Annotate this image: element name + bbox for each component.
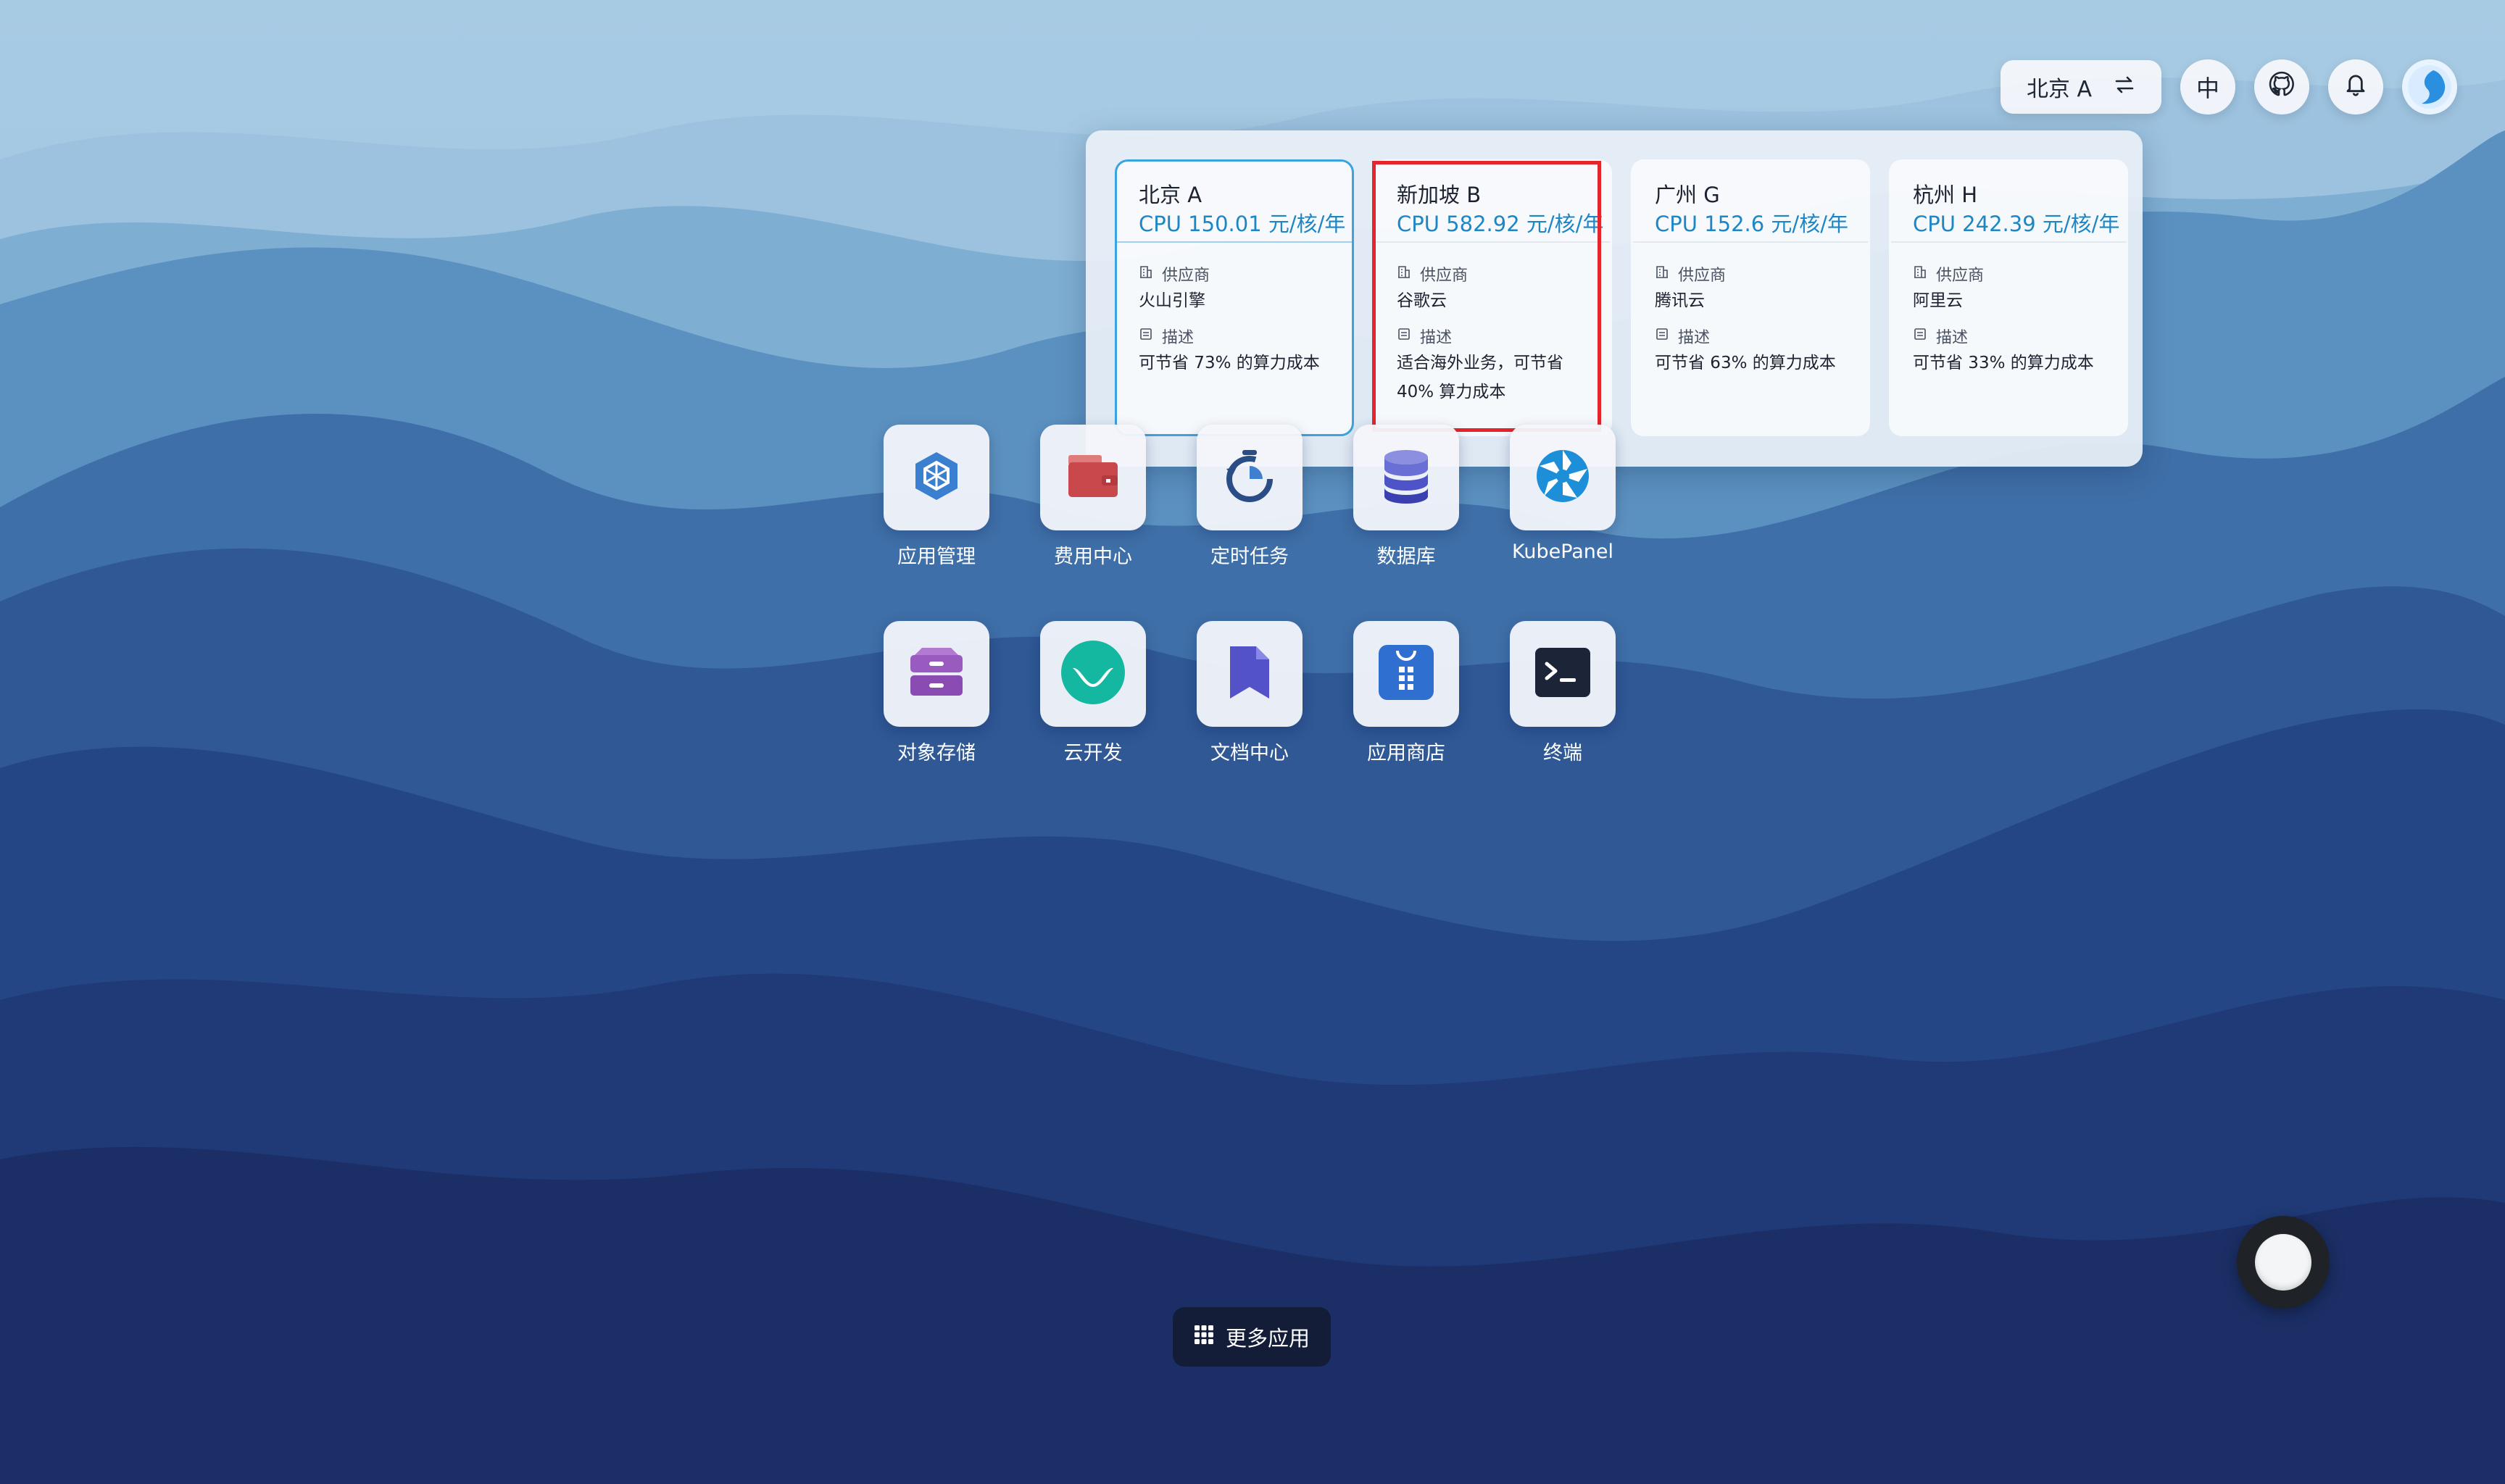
provider-label: 供应商 [1420,267,1468,285]
building-icon [1655,264,1669,283]
building-icon [1139,264,1153,283]
app-scheduled-tasks[interactable]: 定时任务 [1197,425,1303,569]
hexagon-icon [908,448,965,507]
provider-value: 阿里云 [1913,291,1963,310]
notification-button[interactable] [2328,59,2383,114]
region-card-list: 北京 A CPU 150.01 元/核/年 供应商 火山引擎 描述 可节省 73… [1115,159,2128,436]
description-value: 可节省 73% 的算力成本 [1139,354,1320,372]
provider-value: 腾讯云 [1655,291,1705,310]
description-icon [1139,327,1153,346]
region-card[interactable]: 广州 G CPU 152.6 元/核/年 供应商 腾讯云 描述 可节省 63% … [1631,159,1870,436]
description-icon [1655,327,1669,346]
provider-label: 供应商 [1678,267,1727,285]
region-name: 北京 A [1139,183,1202,207]
description-value: 可节省 33% 的算力成本 [1913,354,2094,372]
floating-assistive-button[interactable] [2237,1216,2330,1309]
region-name: 杭州 H [1913,183,1978,207]
app-documentation-center[interactable]: 文档中心 [1197,621,1303,765]
github-icon [2268,70,2296,104]
more-apps-button[interactable]: 更多应用 [1173,1307,1331,1367]
description-label: 描述 [1420,329,1453,347]
app-application-management[interactable]: 应用管理 [884,425,989,569]
description-value: 可节省 63% 的算力成本 [1655,354,1836,372]
description-label: 描述 [1162,329,1195,347]
description-icon [1913,327,1927,346]
description-value: 适合海外业务，可节省 40% 算力成本 [1397,354,1563,401]
store-icon [1376,642,1437,706]
region-card[interactable]: 北京 A CPU 150.01 元/核/年 供应商 火山引擎 描述 可节省 73… [1115,159,1354,436]
provider-label: 供应商 [1936,267,1985,285]
provider-label: 供应商 [1162,267,1210,285]
region-price: CPU 152.6 元/核/年 [1655,212,1848,236]
description-label: 描述 [1678,329,1711,347]
region-selector-panel: 北京 A CPU 150.01 元/核/年 供应商 火山引擎 描述 可节省 73… [1086,130,2143,467]
app-label: 对象存储 [897,742,976,764]
region-card[interactable]: 杭州 H CPU 242.39 元/核/年 供应商 阿里云 描述 可节省 33%… [1889,159,2128,436]
region-name: 新加坡 B [1397,183,1482,207]
database-icon [1381,447,1432,508]
aperture-icon [1534,447,1592,508]
app-cloud-dev[interactable]: 云开发 [1040,621,1146,765]
storage-icon [907,645,965,703]
app-label: 费用中心 [1054,546,1132,568]
grid-icon [1194,1325,1214,1350]
region-price: CPU 242.39 元/核/年 [1913,212,2120,236]
app-database[interactable]: 数据库 [1353,425,1459,569]
timer-icon [1221,447,1279,508]
floating-button-knob [2255,1234,2311,1291]
region-switch-button[interactable]: 北京 A [2000,60,2161,114]
description-label: 描述 [1936,329,1969,347]
user-avatar[interactable] [2402,59,2457,114]
cloud-dev-icon [1060,639,1126,709]
bell-icon [2343,71,2368,103]
github-button[interactable] [2254,59,2309,114]
building-icon [1397,264,1411,283]
more-apps-label: 更多应用 [1225,1326,1310,1351]
current-region-label: 北京 A [2026,77,2092,102]
app-label: 文档中心 [1210,742,1289,764]
provider-value: 谷歌云 [1397,291,1447,310]
app-app-store[interactable]: 应用商店 [1353,621,1459,765]
app-label: KubePanel [1511,541,1614,563]
app-terminal[interactable]: 终端 [1510,621,1616,765]
region-price: CPU 582.92 元/核/年 [1397,212,1604,236]
app-kubepanel[interactable]: KubePanel [1510,425,1616,563]
document-icon [1224,643,1275,704]
language-button[interactable]: 中 [2180,59,2235,114]
terminal-icon [1534,646,1592,701]
app-label: 应用商店 [1367,742,1445,764]
app-object-storage[interactable]: 对象存储 [884,621,989,765]
app-label: 终端 [1543,742,1582,764]
app-label: 应用管理 [897,546,976,568]
description-icon [1397,327,1411,346]
region-name: 广州 G [1655,183,1720,207]
region-price: CPU 150.01 元/核/年 [1139,212,1346,236]
provider-value: 火山引擎 [1139,291,1205,310]
app-label: 数据库 [1376,546,1436,568]
avatar-logo-icon [2408,65,2451,109]
region-card[interactable]: 新加坡 B CPU 582.92 元/核/年 供应商 谷歌云 描述 适合海外业务… [1373,159,1612,436]
top-bar: 北京 A 中 [2000,59,2457,114]
app-billing-center[interactable]: 费用中心 [1040,425,1146,569]
swap-icon [2114,75,2135,100]
app-label: 定时任务 [1210,546,1289,568]
building-icon [1913,264,1927,283]
wallet-icon [1064,451,1122,504]
app-label: 云开发 [1063,742,1123,764]
language-label: 中 [2195,75,2219,102]
